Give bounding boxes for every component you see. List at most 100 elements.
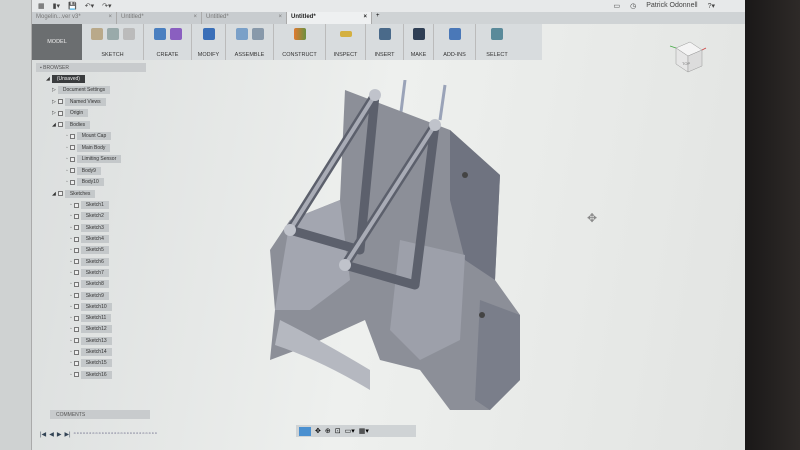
tree-sketches-item[interactable]: ◦ Sketch11 xyxy=(70,313,146,323)
visibility-icon[interactable]: ◦ xyxy=(70,372,72,378)
file-icon[interactable]: ▮▾ xyxy=(53,2,60,10)
tree-sketches-item[interactable]: ◦ Sketch12 xyxy=(70,324,146,334)
visibility-icon[interactable]: ◦ xyxy=(70,293,72,299)
redo-icon[interactable]: ↷▾ xyxy=(102,2,111,10)
addins-group[interactable]: ADD-INS xyxy=(434,24,476,60)
tree-sketches-item[interactable]: ◦ Sketch2 xyxy=(70,211,146,221)
timeline-features[interactable]: ▫▫▫▫▫▫▫▫▫▫▫▫▫▫▫▫▫▫▫▫▫▫▫▫▫▫▫ xyxy=(74,431,158,437)
visibility-icon[interactable]: ◦ xyxy=(66,133,68,139)
visibility-icon[interactable]: ◦ xyxy=(66,168,68,174)
visibility-icon[interactable]: ◦ xyxy=(70,281,72,287)
sketch-icon xyxy=(73,326,79,332)
tree-item-label: Sketch1 xyxy=(80,201,109,210)
tab-doc-3[interactable]: Untitled* × xyxy=(202,12,287,24)
visibility-icon[interactable]: ◦ xyxy=(70,270,72,276)
tree-sketches-item[interactable]: ◦ Sketch4 xyxy=(70,234,146,244)
workspace-selector[interactable]: MODEL xyxy=(32,24,82,60)
insert-group[interactable]: INSERT xyxy=(366,24,404,60)
line-icon xyxy=(106,28,119,40)
visibility-icon[interactable]: ◦ xyxy=(70,259,72,265)
display-settings-icon[interactable]: ▭▾ xyxy=(345,427,355,435)
visibility-icon[interactable]: ◦ xyxy=(70,360,72,366)
tree-sketches-item[interactable]: ◦ Sketch16 xyxy=(70,369,146,379)
visibility-icon[interactable]: ◦ xyxy=(70,304,72,310)
select-group[interactable]: SELECT xyxy=(476,24,518,60)
save-icon[interactable]: 💾 xyxy=(68,2,77,10)
visibility-icon[interactable]: ◦ xyxy=(70,236,72,242)
rectangle-icon xyxy=(122,28,135,40)
timeline-play-button[interactable]: ▶ xyxy=(57,431,62,438)
visibility-icon[interactable]: ◦ xyxy=(70,225,72,231)
visibility-icon[interactable]: ◦ xyxy=(70,349,72,355)
tree-sketches-item[interactable]: ◦ Sketch9 xyxy=(70,290,146,300)
browser-header[interactable]: ▪ BROWSER xyxy=(36,63,146,72)
tree-item-label: Sketch14 xyxy=(80,348,112,356)
visibility-icon[interactable]: ◦ xyxy=(66,179,68,185)
visibility-icon[interactable]: ◦ xyxy=(70,213,72,219)
tree-document-settings[interactable]: ▷ Document Settings xyxy=(52,85,146,95)
fit-icon[interactable]: ⊡ xyxy=(335,427,341,435)
timeline-prev-button[interactable]: ◀ xyxy=(49,431,54,438)
visibility-icon[interactable]: ◦ xyxy=(70,326,72,332)
tree-item-label: Sketch16 xyxy=(80,370,112,379)
tree-sketches-item[interactable]: ◦ Sketch8 xyxy=(70,279,146,289)
comments-panel[interactable]: COMMENTS xyxy=(50,410,150,419)
assemble-group[interactable]: ASSEMBLE xyxy=(226,24,274,60)
tab-doc-2[interactable]: Untitled* × xyxy=(117,12,202,24)
tree-item-label: Sketch4 xyxy=(80,235,109,244)
tree-sketches-item[interactable]: ◦ Sketch10 xyxy=(70,302,146,312)
modify-group[interactable]: MODIFY xyxy=(192,24,226,60)
tree-sketches-item[interactable]: ◦ Sketch15 xyxy=(70,358,146,368)
timeline-next-button[interactable]: ▶| xyxy=(64,431,70,438)
grid-settings-icon[interactable]: ▦▾ xyxy=(359,427,369,435)
tree-origin[interactable]: ▷ Origin xyxy=(52,108,146,118)
tree-sketches-item[interactable]: ◦ Sketch14 xyxy=(70,347,146,357)
tree-bodies-item[interactable]: ◦ Main Body xyxy=(66,143,146,153)
tree-sketches[interactable]: ◢ Sketches xyxy=(52,189,146,199)
background-window xyxy=(0,0,32,450)
jobs-icon[interactable]: ▭ xyxy=(613,2,620,10)
tree-sketches-item[interactable]: ◦ Sketch3 xyxy=(70,223,146,233)
tree-bodies-item[interactable]: ◦ Mount Cap xyxy=(66,131,146,141)
tree-sketches-item[interactable]: ◦ Sketch7 xyxy=(70,268,146,278)
zoom-icon[interactable]: ⊕ xyxy=(325,427,331,435)
tree-bodies-item[interactable]: ◦ Body10 xyxy=(66,177,146,187)
tree-item-label: Main Body xyxy=(76,143,111,152)
tree-sketches-item[interactable]: ◦ Sketch5 xyxy=(70,245,146,255)
clock-icon[interactable]: ◷ xyxy=(630,2,636,10)
tree-named-views[interactable]: ▷ Named Views xyxy=(52,97,146,107)
sketch-icon xyxy=(73,349,79,355)
view-cube[interactable]: TOP xyxy=(668,38,708,78)
visibility-icon[interactable]: ◦ xyxy=(70,247,72,253)
timeline-start-button[interactable]: |◀ xyxy=(40,431,46,438)
tree-bodies[interactable]: ◢ Bodies xyxy=(52,120,146,130)
sketch-group[interactable]: SKETCH xyxy=(82,24,144,60)
tree-sketches-item[interactable]: ◦ Sketch1 xyxy=(70,200,146,210)
tree-sketches-item[interactable]: ◦ Sketch13 xyxy=(70,336,146,346)
construct-group[interactable]: CONSTRUCT xyxy=(274,24,326,60)
user-menu[interactable]: Patrick Odonnell xyxy=(646,2,697,10)
visibility-icon[interactable]: ◦ xyxy=(70,202,72,208)
undo-icon[interactable]: ↶▾ xyxy=(85,2,94,10)
inspect-group[interactable]: INSPECT xyxy=(326,24,366,60)
visibility-icon[interactable]: ◦ xyxy=(70,315,72,321)
tree-sketches-item[interactable]: ◦ Sketch6 xyxy=(70,256,146,266)
visibility-icon[interactable]: ◦ xyxy=(70,338,72,344)
tree-bodies-item[interactable]: ◦ Body9 xyxy=(66,166,146,176)
grid-menu-icon[interactable]: ▦ xyxy=(38,2,45,10)
create-group[interactable]: CREATE xyxy=(144,24,192,60)
orbit-icon[interactable] xyxy=(299,426,311,436)
sketch-icon xyxy=(73,270,79,276)
body-icon xyxy=(69,168,75,173)
visibility-icon[interactable]: ◦ xyxy=(66,145,68,151)
root-node[interactable]: ◢ (Unsaved) xyxy=(46,74,146,84)
make-group[interactable]: MAKE xyxy=(404,24,434,60)
visibility-icon[interactable]: ◦ xyxy=(66,156,68,162)
tab-doc-4[interactable]: Untitled* × xyxy=(287,12,372,24)
tree-bodies-item[interactable]: ◦ Limiting Sensor xyxy=(66,154,146,164)
3d-model-viewport[interactable] xyxy=(250,80,540,420)
tab-doc-1[interactable]: Mogelin...ver v3* × xyxy=(32,12,117,24)
new-tab-button[interactable]: + xyxy=(372,12,384,24)
help-icon[interactable]: ?▾ xyxy=(708,2,715,10)
pan-icon[interactable]: ✥ xyxy=(315,427,321,435)
